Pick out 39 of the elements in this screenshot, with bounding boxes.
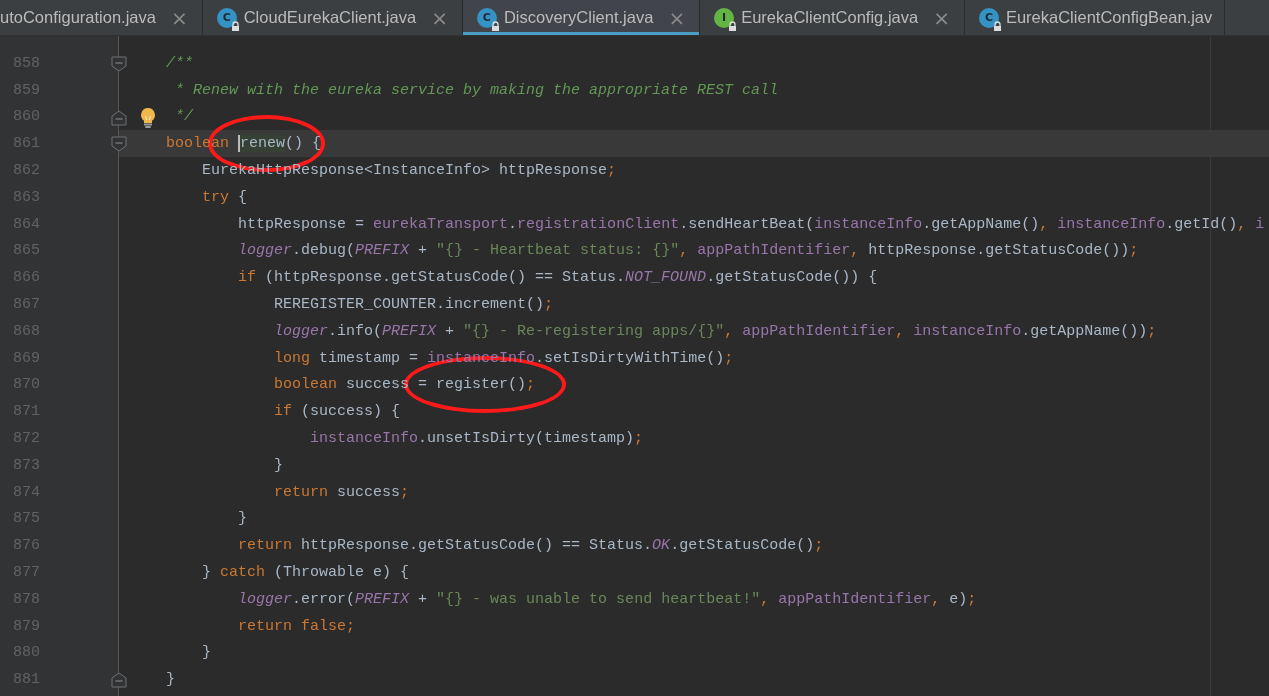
code-line: /** — [166, 54, 194, 72]
code-line: httpResponse = eurekaTransport.registrationClient.sendHeartBeat(instanceInfo.getAppName(), instanceInfo.getId(), i — [238, 215, 1265, 233]
close-button[interactable]: × — [931, 7, 952, 28]
fold-icon[interactable] — [111, 56, 127, 72]
code-line: try { — [202, 188, 248, 206]
code-line: } — [274, 456, 284, 474]
code-line: } — [166, 671, 176, 689]
close-button[interactable]: × — [168, 7, 190, 28]
editor-tab[interactable]: C EurekaClientConfigBean.jav — [964, 0, 1226, 35]
close-button[interactable]: × — [666, 7, 688, 28]
code-line: if (success) { — [274, 403, 401, 421]
editor-tab[interactable]: C DiscoveryClient.java × — [462, 0, 701, 35]
code-line: instanceInfo.unsetIsDirty(timestamp); — [310, 430, 644, 448]
code-line: REREGISTER_COUNTER.increment(); — [274, 296, 554, 314]
interface-icon: I — [714, 7, 735, 28]
editor-tab[interactable]: utoConfiguration.java × — [0, 0, 203, 35]
editor-tab[interactable]: C CloudEurekaClient.java × — [202, 0, 463, 35]
code-line: return success; — [274, 483, 410, 501]
class-icon: C — [978, 7, 999, 28]
code-line: return httpResponse.getStatusCode() == Status.OK.getStatusCode(); — [238, 537, 824, 555]
fold-icon[interactable] — [111, 109, 127, 126]
fold-icon[interactable] — [111, 672, 127, 689]
class-icon: C — [476, 7, 497, 28]
close-button[interactable]: × — [429, 7, 450, 28]
code-line: logger.error(PREFIX + "{} - was unable to send heartbeat!", appPathIdentifier, e); — [238, 590, 977, 608]
fold-icon[interactable] — [111, 136, 127, 153]
code-line: */ — [175, 108, 194, 126]
code-line: logger.debug(PREFIX + "{} - Heartbeat status: {}", appPathIdentifier, httpResponse.getStatusCode()); — [238, 242, 1139, 260]
code-line: logger.info(PREFIX + "{} - Re-registering apps/{}", appPathIdentifier, instanceInfo.getAppName()); — [274, 322, 1157, 340]
code-line: } catch (Throwable e) { — [202, 564, 410, 582]
code-line: } — [202, 644, 212, 662]
code-line: EurekaHttpResponse<InstanceInfo> httpResponse; — [202, 162, 617, 180]
lightbulb-icon[interactable] — [138, 106, 158, 129]
code-line: return false; — [238, 617, 356, 635]
class-icon: C — [216, 7, 237, 28]
code-line: * Renew with the eureka service by making the appropriate REST call — [175, 81, 779, 99]
code-line: } — [238, 510, 248, 528]
editor-tab[interactable]: I EurekaClientConfig.java × — [700, 0, 965, 35]
code-line: if (httpResponse.getStatusCode() == Status.NOT_FOUND.getStatusCode()) { — [238, 269, 878, 287]
